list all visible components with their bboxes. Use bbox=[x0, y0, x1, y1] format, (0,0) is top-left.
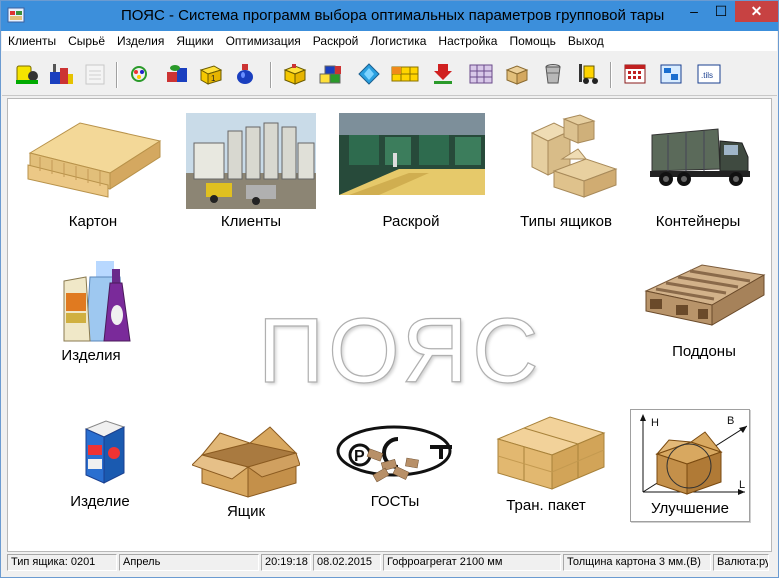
tile-containers[interactable]: Контейнеры bbox=[638, 111, 758, 241]
improvement-diagram-image: H B L bbox=[640, 414, 747, 495]
toolbar-separator bbox=[610, 62, 612, 88]
tile-pallets-label: Поддоны bbox=[672, 343, 736, 360]
bucket-icon[interactable] bbox=[538, 60, 568, 88]
menu-exit[interactable]: Выход bbox=[562, 31, 610, 51]
palette-icon[interactable] bbox=[124, 60, 154, 88]
l-axis-label: L bbox=[739, 479, 745, 491]
bottle-icon[interactable] bbox=[230, 60, 260, 88]
h-axis-label: H bbox=[651, 417, 659, 429]
tile-containers-label: Контейнеры bbox=[655, 213, 741, 230]
screen-icon[interactable] bbox=[656, 60, 686, 88]
close-button[interactable]: ✕ bbox=[735, 1, 778, 22]
maximize-button[interactable]: ☐ bbox=[708, 1, 734, 22]
tile-gosts-text: ГОСТы bbox=[370, 493, 420, 510]
tile-box[interactable]: Ящик bbox=[188, 425, 304, 525]
clients-icon[interactable] bbox=[12, 60, 42, 88]
boxes-cylinders-icon[interactable] bbox=[162, 60, 192, 88]
toolbar: 1 .tils bbox=[2, 52, 777, 96]
box-layout-icon[interactable] bbox=[280, 60, 310, 88]
production-line-image bbox=[339, 113, 485, 195]
box-types-image bbox=[530, 114, 618, 198]
window-title: ПОЯС - Система программ выбора оптимальн… bbox=[121, 7, 665, 24]
status-corrugator: Гофроагрегат 2100 мм bbox=[383, 554, 561, 571]
factory-icon[interactable] bbox=[46, 60, 76, 88]
utils-icon[interactable]: .tils bbox=[694, 60, 724, 88]
tile-pallets[interactable]: Поддоны bbox=[638, 259, 770, 369]
status-date: 08.02.2015 bbox=[313, 554, 381, 571]
menu-products[interactable]: Изделия bbox=[111, 31, 170, 51]
status-thickness: Толщина картона 3 мм.(В) bbox=[563, 554, 711, 571]
diamond-icon[interactable] bbox=[354, 60, 384, 88]
watermark-logo: ПОЯС bbox=[257, 299, 543, 402]
tile-cardboard[interactable]: Картон bbox=[18, 111, 168, 241]
workspace: ПОЯС Картон Клиенты Раскрой Типы ящиков … bbox=[7, 98, 772, 552]
status-bar: Тип ящика: 0201 Апрель 20:19:18 08.02.20… bbox=[7, 554, 775, 572]
tile-product[interactable]: Изделие bbox=[52, 417, 148, 517]
tile-improvement-label: Улучшение bbox=[651, 500, 729, 517]
tile-product-label: Изделие bbox=[70, 493, 130, 510]
detergent-pack-image bbox=[84, 420, 126, 484]
gost-logo-icon: Р bbox=[336, 425, 452, 483]
download-arrow-icon[interactable] bbox=[428, 60, 458, 88]
minimize-button[interactable]: – bbox=[681, 1, 707, 22]
menu-clients[interactable]: Клиенты bbox=[2, 31, 62, 51]
tile-products-label: Изделия bbox=[61, 347, 121, 364]
toolbar-separator bbox=[116, 62, 118, 88]
tile-cardboard-label: Картон bbox=[68, 213, 118, 230]
open-box-image bbox=[192, 426, 300, 498]
tile-cutting-label: Раскрой bbox=[382, 213, 440, 230]
menu-cutting[interactable]: Раскрой bbox=[307, 31, 365, 51]
menu-bar: Клиенты Сырьё Изделия Ящики Оптимизация … bbox=[2, 31, 777, 51]
menu-logistics[interactable]: Логистика bbox=[364, 31, 432, 51]
menu-settings[interactable]: Настройка bbox=[432, 31, 503, 51]
main-window: ПОЯС - Система программ выбора оптимальн… bbox=[0, 0, 779, 578]
box-open-icon[interactable]: 1 bbox=[196, 60, 226, 88]
tile-box-types-label: Типы ящиков bbox=[520, 213, 612, 230]
b-axis-label: B bbox=[727, 415, 734, 427]
toolbar-separator bbox=[270, 62, 272, 88]
tile-transport-packet-label: Тран. пакет bbox=[506, 497, 586, 514]
menu-boxes[interactable]: Ящики bbox=[170, 31, 219, 51]
products-group-image bbox=[63, 261, 131, 342]
status-box-type: Тип ящика: 0201 bbox=[7, 554, 117, 571]
tile-box-label: Ящик bbox=[226, 503, 266, 520]
tile-improvement[interactable]: H B L Улучшение bbox=[630, 409, 750, 522]
disabled-doc-icon[interactable] bbox=[80, 60, 110, 88]
svg-text:1: 1 bbox=[211, 74, 216, 83]
menu-optimization[interactable]: Оптимизация bbox=[220, 31, 307, 51]
tile-gosts[interactable]: Р ГОСТы bbox=[330, 417, 460, 517]
truck-image bbox=[650, 128, 750, 186]
factory-photo-image bbox=[186, 113, 316, 209]
tile-products[interactable]: Изделия bbox=[44, 253, 138, 373]
tile-box-types[interactable]: Типы ящиков bbox=[496, 111, 636, 241]
transport-packet-image bbox=[496, 416, 606, 490]
svg-text:.tils: .tils bbox=[701, 71, 713, 80]
carton-icon[interactable] bbox=[502, 60, 532, 88]
tile-clients-label: Клиенты bbox=[220, 213, 282, 230]
color-boxes-icon[interactable] bbox=[316, 60, 346, 88]
status-currency: Валюта:ру bbox=[713, 554, 769, 571]
calendar-table-icon[interactable] bbox=[620, 60, 650, 88]
status-time: 20:19:18 bbox=[261, 554, 311, 571]
menu-raw-materials[interactable]: Сырьё bbox=[62, 31, 111, 51]
corrugated-cardboard-image bbox=[27, 122, 162, 198]
svg-text:Р: Р bbox=[354, 448, 365, 465]
menu-help[interactable]: Помощь bbox=[503, 31, 561, 51]
grid-icon[interactable] bbox=[390, 60, 420, 88]
tile-cutting[interactable]: Раскрой bbox=[336, 111, 486, 241]
stack-boxes-icon[interactable] bbox=[466, 60, 496, 88]
pallet-image bbox=[644, 264, 766, 326]
tile-gosts-label: ГОСТы bbox=[330, 493, 460, 510]
tile-transport-packet[interactable]: Тран. пакет bbox=[488, 415, 606, 519]
status-month: Апрель bbox=[119, 554, 259, 571]
tile-clients[interactable]: Клиенты bbox=[186, 111, 316, 241]
title-bar[interactable]: ПОЯС - Система программ выбора оптимальн… bbox=[1, 1, 778, 31]
forklift-icon[interactable] bbox=[574, 60, 604, 88]
